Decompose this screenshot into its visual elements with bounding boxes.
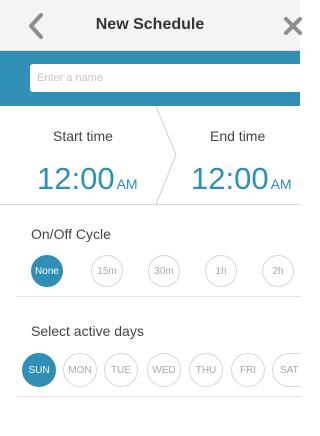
start-time-value: 12:00 AM	[37, 161, 138, 197]
day-option-thu[interactable]: THU	[189, 353, 223, 387]
cycle-option-1h[interactable]: 1h	[205, 255, 237, 287]
cycle-option-15m[interactable]: 15m	[91, 255, 123, 287]
schedule-name-input[interactable]	[30, 64, 302, 92]
close-icon[interactable]	[282, 14, 304, 38]
start-time-selector[interactable]: Start time 12:00 AM	[0, 106, 166, 204]
section-divider	[16, 396, 300, 397]
cycle-section-title: On/Off Cycle	[31, 226, 111, 242]
end-time-digits: 12:00	[191, 161, 269, 196]
start-time-ampm: AM	[116, 176, 138, 192]
section-divider	[16, 296, 300, 297]
end-time-selector[interactable]: End time 12:00 AM	[166, 106, 300, 204]
end-time-value: 12:00 AM	[191, 161, 292, 197]
day-option-fri[interactable]: FRI	[231, 353, 265, 387]
start-time-label: Start time	[53, 128, 113, 144]
day-option-sun[interactable]: SUN	[22, 353, 56, 387]
cycle-option-30m[interactable]: 30m	[148, 255, 180, 287]
start-time-digits: 12:00	[37, 161, 115, 196]
section-divider	[0, 204, 300, 205]
page-title: New Schedule	[95, 16, 205, 33]
end-time-label: End time	[210, 128, 266, 144]
day-option-tue[interactable]: TUE	[104, 353, 138, 387]
nav-bar: New Schedule	[0, 0, 302, 51]
day-option-wed[interactable]: WED	[147, 353, 181, 387]
time-section: Start time 12:00 AM End time 12:00 AM	[0, 106, 300, 204]
cycle-option-none[interactable]: None	[31, 255, 63, 287]
day-option-sat[interactable]: SAT	[272, 353, 300, 387]
days-section-title: Select active days	[31, 323, 144, 339]
cycle-option-2h[interactable]: 2h	[262, 255, 294, 287]
day-option-mon[interactable]: MON	[63, 353, 97, 387]
end-time-ampm: AM	[270, 176, 292, 192]
